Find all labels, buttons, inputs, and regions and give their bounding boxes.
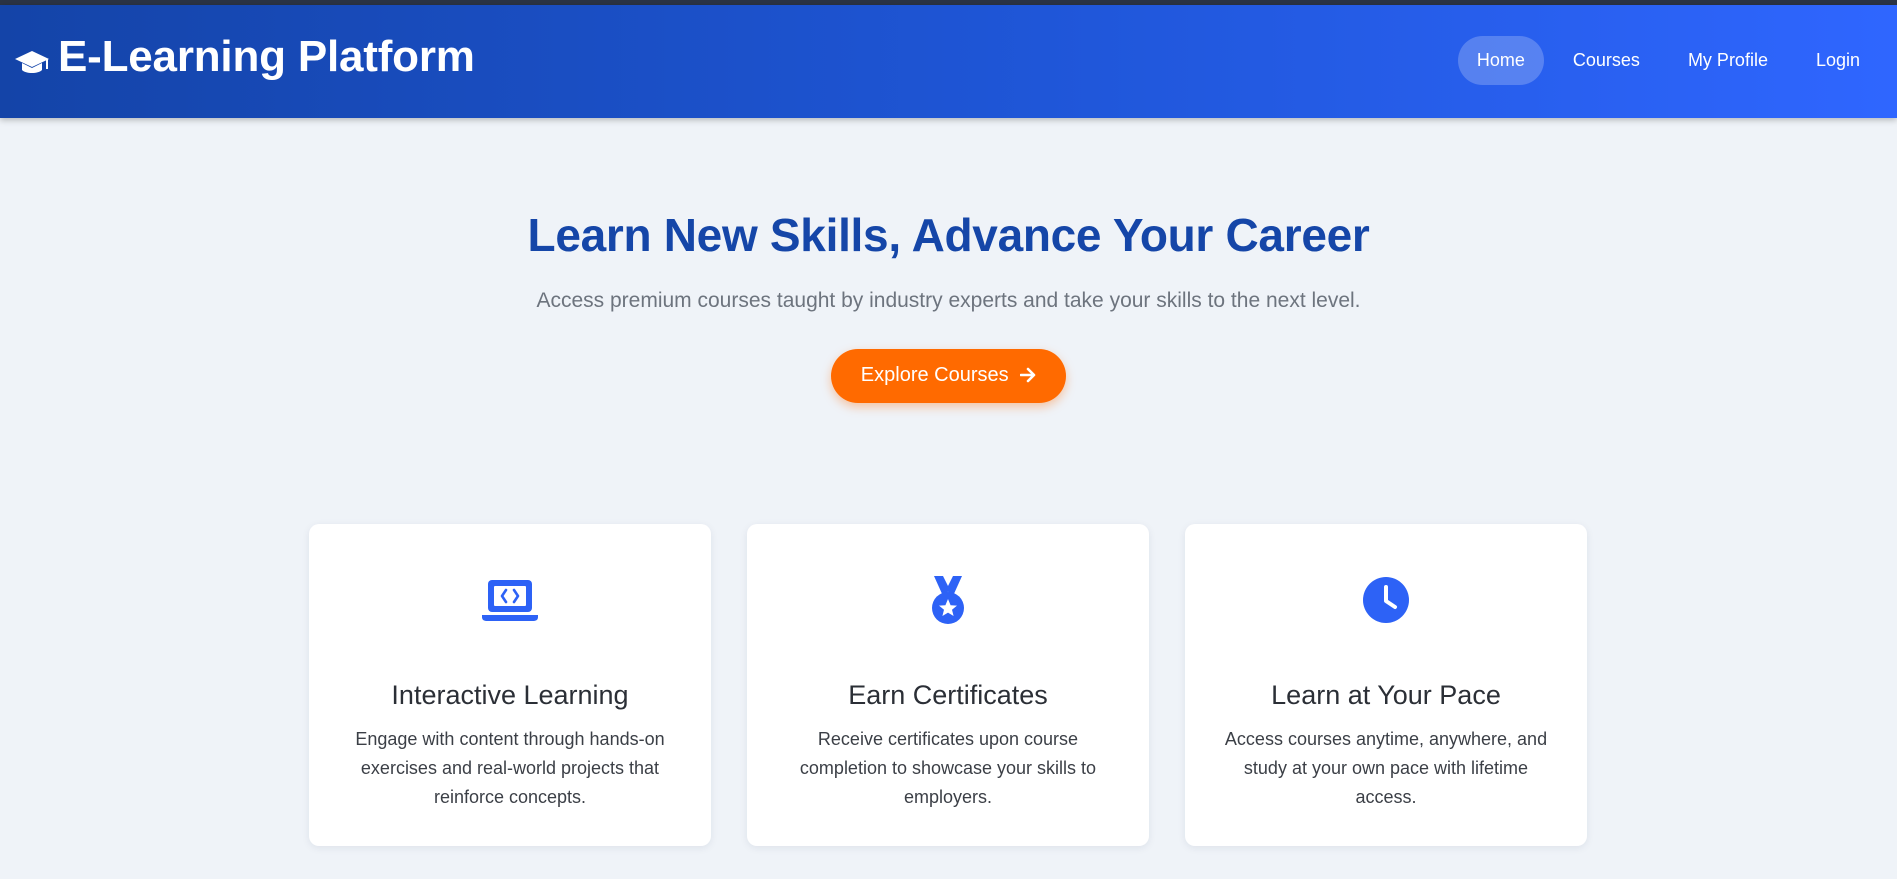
brand-logo[interactable]: E-Learning Platform [14,32,475,82]
graduation-cap-icon [15,50,49,73]
feature-description: Access courses anytime, anywhere, and st… [1224,729,1548,807]
feature-card-earn-certificates: Earn Certificates Receive certificates u… [747,524,1149,846]
nav-courses[interactable]: Courses [1554,36,1659,85]
nav-login[interactable]: Login [1797,36,1879,85]
medal-icon [932,576,964,624]
laptop-code-icon [482,580,538,621]
features-section: Interactive Learning Engage with content… [309,524,1587,846]
arrow-right-icon [1019,364,1036,387]
hero-subtitle: Access premium courses taught by industr… [536,289,1361,312]
feature-title: Interactive Learning [391,680,629,710]
explore-courses-label: Explore Courses [860,364,1009,386]
explore-courses-button[interactable]: Explore Courses [830,349,1067,403]
feature-title: Learn at Your Pace [1271,680,1501,710]
nav-home[interactable]: Home [1457,35,1544,85]
feature-card-learn-at-your-pace: Learn at Your Pace Access courses anytim… [1185,524,1587,846]
feature-description: Engage with content through hands-on exe… [355,729,665,807]
feature-card-interactive-learning: Interactive Learning Engage with content… [309,524,711,846]
nav-my-profile[interactable]: My Profile [1669,36,1787,85]
site-header: E-Learning Platform Home Courses My Prof… [0,5,1897,118]
hero-section: Learn New Skills, Advance Your Career Ac… [0,118,1897,403]
feature-description: Receive certificates upon course complet… [799,729,1097,807]
brand-title: E-Learning Platform [58,31,475,81]
hero-title: Learn New Skills, Advance Your Career [527,209,1370,261]
clock-icon [1363,577,1409,623]
main-nav: Home Courses My Profile Login [1457,35,1879,85]
feature-title: Earn Certificates [848,680,1048,710]
